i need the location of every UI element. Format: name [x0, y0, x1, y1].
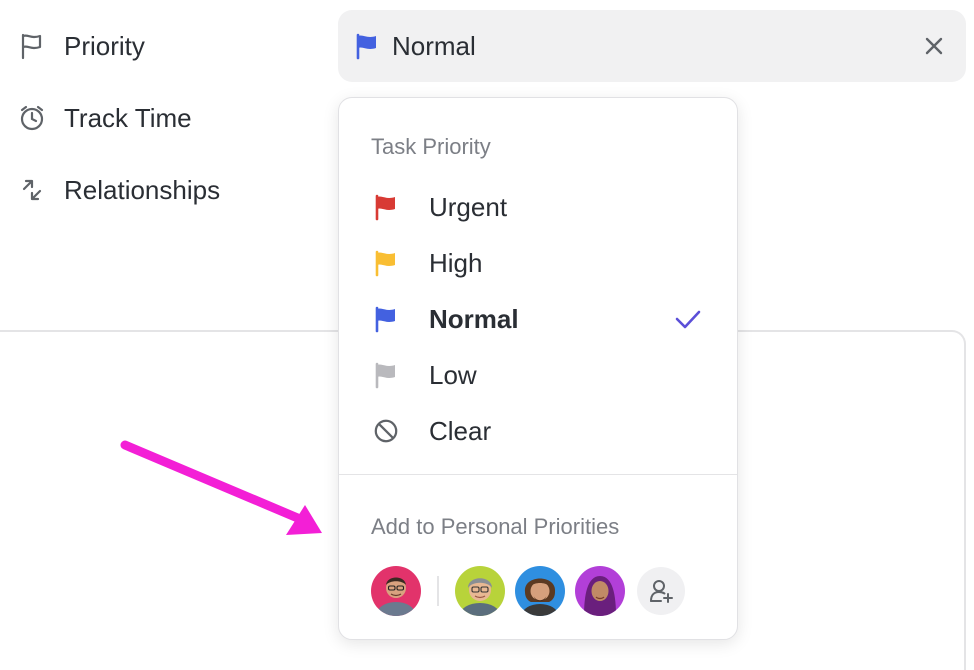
property-label: Priority: [64, 30, 145, 61]
property-priority[interactable]: Priority: [18, 26, 145, 66]
priority-value: Normal: [392, 30, 476, 61]
priority-dropdown: Task Priority Urgent High Normal Low Cle…: [338, 97, 738, 640]
dropdown-title: Task Priority: [371, 134, 491, 159]
add-user-button[interactable]: [637, 567, 685, 615]
option-label: High: [429, 247, 483, 278]
priority-option-clear[interactable]: Clear: [357, 407, 721, 455]
flag-icon: [373, 193, 399, 221]
avatar[interactable]: [575, 566, 625, 616]
priority-option-normal[interactable]: Normal: [357, 295, 721, 343]
section-divider: [0, 330, 340, 332]
priority-select[interactable]: Normal: [338, 10, 966, 82]
flag-icon: [356, 33, 376, 60]
add-user-icon: [650, 580, 673, 603]
ban-icon: [373, 417, 399, 445]
avatar[interactable]: [515, 566, 565, 616]
avatar-separator: [437, 576, 439, 606]
relationships-icon: [18, 176, 46, 204]
option-label: Clear: [429, 415, 492, 446]
priority-option-low[interactable]: Low: [357, 351, 721, 399]
property-track-time[interactable]: Track Time: [18, 98, 192, 138]
property-label: Relationships: [64, 174, 221, 205]
avatar[interactable]: [455, 566, 505, 616]
timer-icon: [18, 104, 46, 132]
checkmark-icon: [673, 304, 703, 334]
avatar[interactable]: [371, 566, 421, 616]
dropdown-divider: [339, 474, 737, 475]
property-label: Track Time: [64, 102, 192, 133]
option-label: Normal: [429, 303, 519, 334]
flag-icon: [373, 361, 399, 389]
option-label: Low: [429, 359, 477, 390]
flag-icon: [373, 305, 399, 333]
content-panel: [738, 330, 966, 670]
priority-option-urgent[interactable]: Urgent: [357, 183, 721, 231]
avatar-list: [371, 566, 685, 616]
property-relationships[interactable]: Relationships: [18, 170, 220, 210]
flag-icon: [373, 249, 399, 277]
close-icon[interactable]: [922, 34, 946, 58]
priority-option-high[interactable]: High: [357, 239, 721, 287]
personal-priorities-title: Add to Personal Priorities: [371, 514, 620, 539]
option-label: Urgent: [429, 191, 508, 222]
flag-outline-icon: [18, 32, 46, 60]
